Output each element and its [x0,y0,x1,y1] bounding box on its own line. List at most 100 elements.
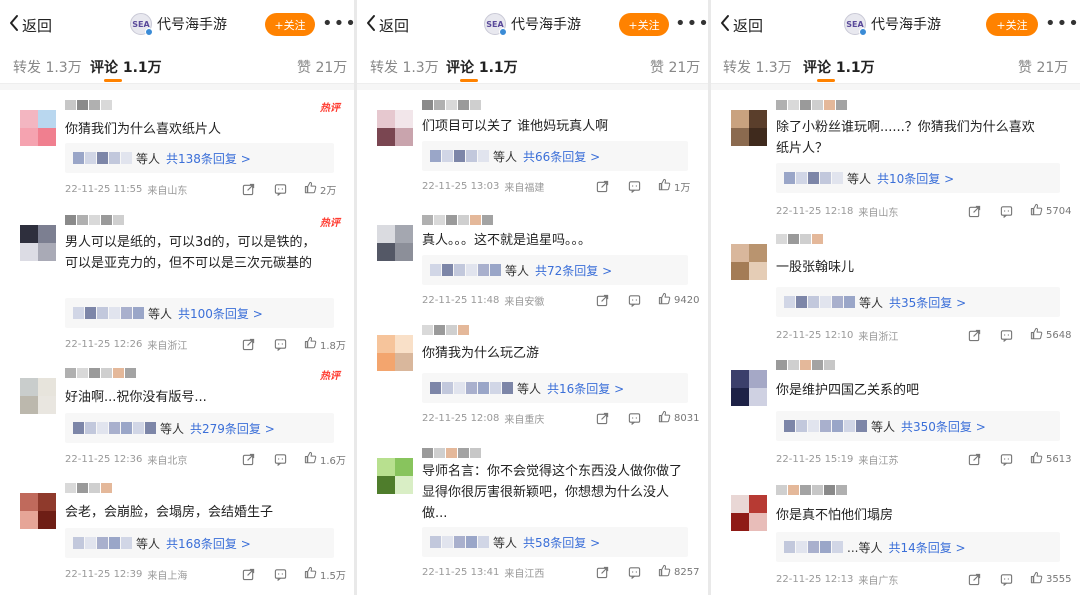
username-blurred[interactable] [422,100,481,112]
like-button[interactable]: 2万 [304,181,336,197]
replies-link[interactable]: ...等人 共14条回复 > [776,532,1060,562]
comment-text: 男人可以是纸的，可以3d的，可以是铁的， [65,235,316,250]
comment-icon[interactable] [1000,327,1013,343]
replies-link[interactable]: 等人 共350条回复 > [776,411,1060,441]
share-icon[interactable] [242,336,255,352]
comment-icon[interactable] [628,564,641,580]
comment-icon[interactable] [274,336,287,352]
account-avatar: SEA [130,13,153,36]
avatar[interactable] [20,493,56,529]
tab-likes[interactable]: 赞 21万 [1018,57,1068,77]
avatar[interactable] [20,225,56,261]
avatar[interactable] [20,378,56,414]
like-button[interactable]: 5613 [1030,451,1071,467]
username-blurred[interactable] [422,325,469,337]
like-button[interactable]: 1.8万 [304,336,346,352]
username-blurred[interactable] [65,368,136,380]
username-blurred[interactable] [65,215,124,227]
replies-link[interactable]: 等人 共35条回复 > [776,287,1060,317]
replies-link[interactable]: 等人 共66条回复 > [422,141,688,171]
tab-comment[interactable]: 评论 1.1万 [90,57,162,77]
like-button[interactable]: 1.6万 [304,451,346,467]
tab-forward[interactable]: 转发 1.3万 [723,57,792,77]
tab-comment[interactable]: 评论 1.1万 [803,57,875,77]
like-button[interactable]: 1万 [658,178,690,194]
avatar[interactable] [20,110,56,146]
comment-icon[interactable] [274,566,287,582]
comment-icon[interactable] [628,178,641,194]
replies-link[interactable]: 等人 共279条回复 > [65,413,334,443]
username-blurred[interactable] [65,100,112,112]
comment-icon[interactable] [1000,451,1013,467]
username-blurred[interactable] [776,234,823,246]
back-button[interactable]: 返回 [719,14,763,36]
username-blurred[interactable] [776,360,835,372]
replies-link[interactable]: 等人 共16条回复 > [422,373,688,403]
account-header[interactable]: SEA 代号海手游 [130,13,227,36]
like-button[interactable]: 5704 [1030,203,1071,219]
tab-likes[interactable]: 赞 21万 [650,57,700,77]
more-options-icon[interactable]: ••• [675,13,708,34]
avatar[interactable] [731,370,767,406]
account-header[interactable]: SEA 代号海手游 [484,13,581,36]
back-button[interactable]: 返回 [8,14,52,36]
comment-icon[interactable] [274,451,287,467]
avatar[interactable] [377,225,413,261]
share-icon[interactable] [242,181,255,197]
more-options-icon[interactable]: ••• [1045,13,1080,34]
share-icon[interactable] [596,178,609,194]
comment-icon[interactable] [628,410,641,426]
share-icon[interactable] [242,451,255,467]
more-options-icon[interactable]: ••• [322,13,354,34]
like-button[interactable]: 8257 [658,564,699,580]
comment-icon[interactable] [1000,571,1013,587]
username-blurred[interactable] [65,483,112,495]
follow-button[interactable]: +关注 [265,13,315,36]
comment-location: 来自浙江 [147,340,188,352]
comment-icon[interactable] [274,181,287,197]
tab-forward[interactable]: 转发 1.3万 [13,57,82,77]
username-blurred[interactable] [422,215,493,227]
share-icon[interactable] [968,203,981,219]
avatar[interactable] [731,495,767,531]
share-icon[interactable] [596,292,609,308]
like-button[interactable]: 9420 [658,292,699,308]
share-icon[interactable] [968,451,981,467]
follow-button[interactable]: +关注 [986,13,1038,36]
replies-link[interactable]: 等人 共72条回复 > [422,255,688,285]
like-button[interactable]: 8031 [658,410,699,426]
comment-location: 来自重庆 [504,414,545,426]
comment-date: 22-11-25 11:55 [65,183,143,195]
replies-link[interactable]: 等人 共100条回复 > [65,298,334,328]
tab-likes[interactable]: 赞 21万 [297,57,347,77]
share-icon[interactable] [242,566,255,582]
share-icon[interactable] [596,410,609,426]
username-blurred[interactable] [776,485,847,497]
top-bar: 返回 SEA 代号海手游 +关注 ••• [711,0,1080,48]
comment-icon[interactable] [1000,203,1013,219]
share-icon[interactable] [596,564,609,580]
share-icon[interactable] [968,327,981,343]
like-button[interactable]: 3555 [1030,571,1071,587]
avatar[interactable] [731,110,767,146]
avatar[interactable] [377,335,413,371]
thumbs-up-icon [658,564,671,580]
replies-link[interactable]: 等人 共138条回复 > [65,143,334,173]
like-button[interactable]: 1.5万 [304,566,346,582]
username-blurred[interactable] [776,100,847,112]
avatar[interactable] [731,244,767,280]
comment-icon[interactable] [628,292,641,308]
replies-link[interactable]: 等人 共10条回复 > [776,163,1060,193]
avatar[interactable] [377,458,413,494]
tab-forward[interactable]: 转发 1.3万 [370,57,439,77]
account-header[interactable]: SEA 代号海手游 [844,13,941,36]
share-icon[interactable] [968,571,981,587]
like-button[interactable]: 5648 [1030,327,1071,343]
follow-button[interactable]: +关注 [619,13,669,36]
tab-comment[interactable]: 评论 1.1万 [446,57,518,77]
avatar[interactable] [377,110,413,146]
username-blurred[interactable] [422,448,481,460]
replies-link[interactable]: 等人 共168条回复 > [65,528,334,558]
replies-link[interactable]: 等人 共58条回复 > [422,527,688,557]
back-button[interactable]: 返回 [365,14,409,36]
